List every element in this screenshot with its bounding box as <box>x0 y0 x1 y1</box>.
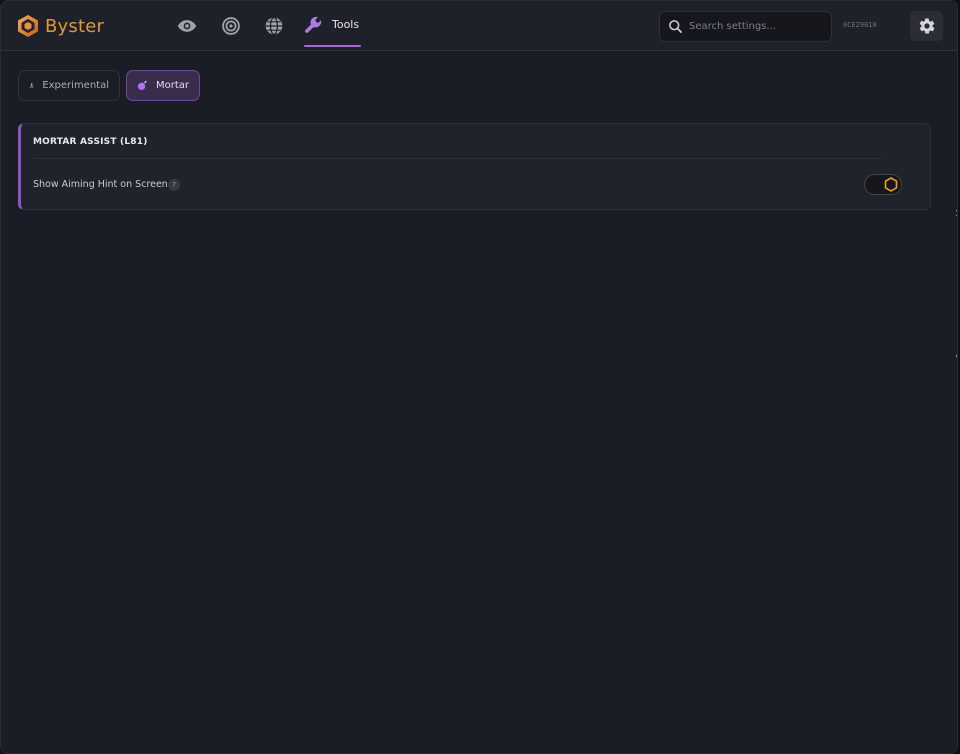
eye-icon <box>177 20 197 32</box>
nav-tools-label: Tools <box>332 17 360 31</box>
top-bar: Byster Tools Search settings... 0CE29018 <box>1 1 957 51</box>
search-input[interactable] <box>689 21 829 32</box>
resize-handle-icon <box>956 210 957 216</box>
globe-icon <box>265 17 283 35</box>
search-icon <box>669 20 682 33</box>
active-tab-indicator <box>304 45 361 47</box>
nav-world[interactable] <box>263 15 285 37</box>
app-window: Byster Tools Search settings... 0CE29018… <box>0 0 958 754</box>
target-icon <box>222 17 240 35</box>
byster-logo-icon <box>18 15 38 37</box>
wrench-icon <box>305 16 322 33</box>
gear-icon <box>919 18 934 34</box>
search-box[interactable] <box>659 11 832 42</box>
brand[interactable]: Byster <box>17 14 104 38</box>
nav-aim[interactable] <box>220 15 242 37</box>
section-title: MORTAR ASSIST (L81) <box>33 137 148 147</box>
flask-icon <box>29 83 34 88</box>
section-divider <box>33 158 881 159</box>
brand-name: Byster <box>45 15 105 37</box>
subtab-mortar[interactable]: Mortar <box>126 70 200 101</box>
setting-label: Show Aiming Hint on Screen <box>33 179 168 190</box>
toggle-knob <box>883 177 898 192</box>
show-aiming-hint-toggle[interactable] <box>864 174 902 195</box>
hexagon-icon <box>884 177 897 192</box>
hwid-label: 0CE29018 <box>843 21 877 29</box>
subtab-experimental-label: Experimental <box>42 80 109 91</box>
nav-tools[interactable]: Tools <box>304 1 362 47</box>
bomb-icon <box>137 80 147 91</box>
settings-button[interactable] <box>910 11 943 41</box>
subtab-experimental[interactable]: Experimental <box>18 70 120 101</box>
resize-handle-icon <box>956 354 957 358</box>
subtab-mortar-label: Mortar <box>155 80 189 91</box>
help-icon[interactable]: ? <box>168 179 180 191</box>
mortar-assist-section: MORTAR ASSIST (L81) Show Aiming Hint on … <box>18 123 931 210</box>
nav-visuals[interactable] <box>176 15 198 37</box>
